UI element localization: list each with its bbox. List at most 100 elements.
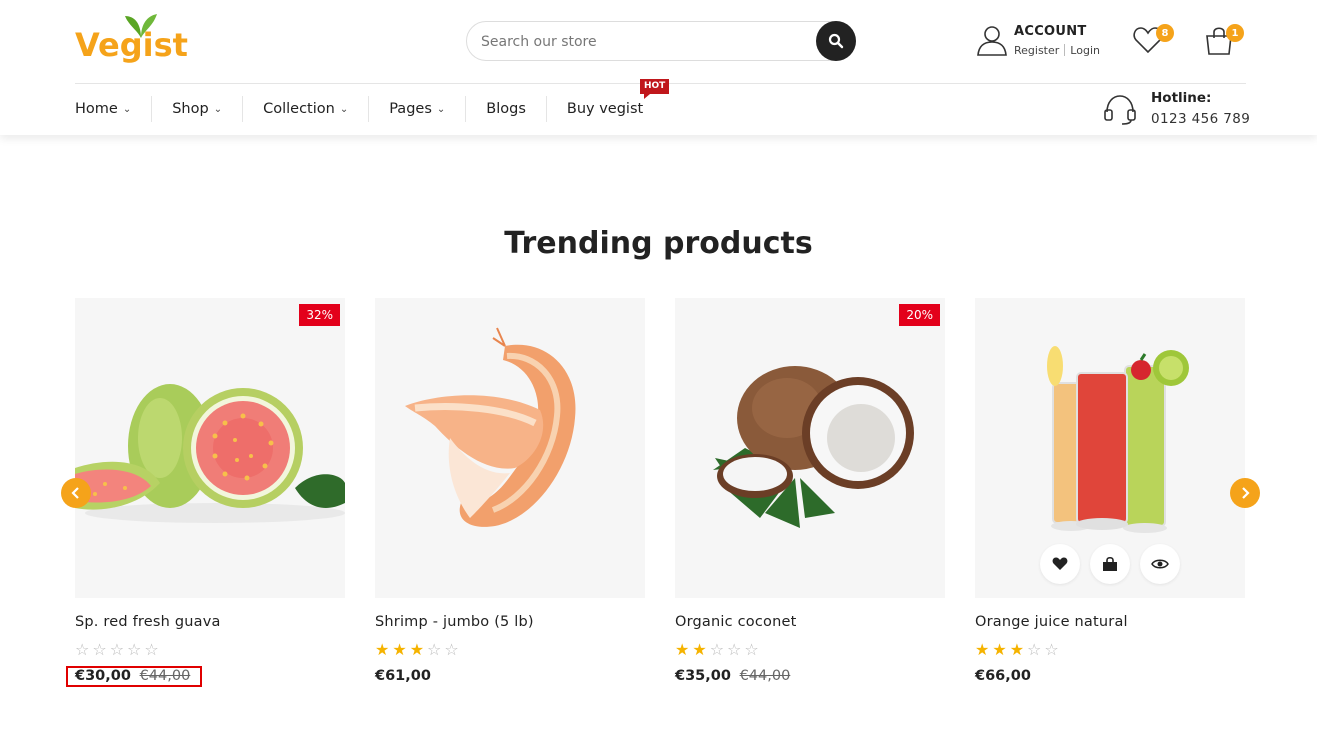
guava-image	[75, 384, 345, 523]
product-card[interactable]: 20% Organic coconet ★ ★ ☆ ☆ ☆ €35,00 €44…	[675, 298, 945, 698]
card-actions	[1040, 544, 1180, 584]
section-title: Trending products	[504, 226, 813, 261]
price-current: €35,00	[675, 668, 731, 684]
nav-label: Blogs	[486, 101, 526, 117]
link-divider	[1064, 44, 1066, 56]
add-to-cart-button[interactable]	[1090, 544, 1130, 584]
star-empty-icon: ☆	[127, 640, 142, 659]
price-current: €61,00	[375, 668, 431, 684]
search-button[interactable]	[816, 21, 856, 61]
nav-label: Collection	[263, 101, 335, 117]
nav-label: Shop	[172, 101, 209, 117]
product-image[interactable]: 32%	[75, 298, 345, 598]
product-name[interactable]: Shrimp - jumbo (5 lb)	[375, 614, 534, 630]
star-filled-icon: ★	[692, 640, 707, 659]
star-empty-icon: ☆	[727, 640, 742, 659]
rating-stars: ★ ★ ★ ☆ ☆	[375, 642, 459, 658]
carousel-prev-button[interactable]	[61, 478, 91, 508]
star-empty-icon: ☆	[427, 640, 442, 659]
hotline-block: Hotline: 0123 456 789	[1103, 90, 1253, 130]
product-name[interactable]: Sp. red fresh guava	[75, 614, 221, 630]
nav-label: Buy vegist	[566, 101, 644, 117]
chevron-left-icon	[71, 487, 79, 499]
account-title: ACCOUNT	[1014, 24, 1087, 39]
main-nav: Home ⌄ Shop ⌄ Collection ⌄ Pages ⌄ Blogs Buy…	[75, 96, 663, 122]
coconut-image	[713, 366, 914, 528]
product-price: €35,00 €44,00	[675, 668, 790, 684]
account-links: Register Login	[1014, 44, 1100, 57]
login-link[interactable]: Login	[1070, 44, 1100, 57]
nav-item-home[interactable]: Home ⌄	[75, 96, 151, 122]
product-price: €66,00	[975, 668, 1031, 684]
star-empty-icon: ☆	[709, 640, 725, 659]
star-empty-icon: ☆	[75, 640, 90, 659]
product-image[interactable]: 20%	[675, 298, 945, 598]
search-input[interactable]	[481, 31, 811, 53]
wishlist-count-badge: 8	[1156, 24, 1174, 42]
product-card[interactable]: Shrimp - jumbo (5 lb) ★ ★ ★ ☆ ☆ €61,00	[375, 298, 645, 698]
star-empty-icon: ☆	[1044, 640, 1059, 659]
nav-label: Pages	[389, 101, 432, 117]
register-link[interactable]: Register	[1014, 44, 1059, 57]
product-card[interactable]: Orange juice natural ★ ★ ★ ☆ ☆ €66,00	[975, 298, 1245, 698]
search-bar	[466, 21, 856, 61]
product-card[interactable]: 32% Sp. red fresh guava ☆ ☆ ☆ ☆ ☆ €30,00…	[75, 298, 345, 698]
bag-icon	[1103, 556, 1117, 571]
chevron-right-icon	[1242, 487, 1250, 499]
cart-count-badge: 1	[1226, 24, 1244, 42]
chevron-down-icon: ⌄	[339, 103, 349, 115]
price-highlight	[66, 666, 202, 687]
site-header: Vegist ACCOUNT Register Login 8 1	[0, 0, 1317, 135]
star-filled-icon: ★	[375, 640, 390, 659]
hotline-number[interactable]: 0123 456 789	[1151, 111, 1250, 127]
star-empty-icon: ☆	[109, 640, 125, 659]
nav-item-buy-vegist[interactable]: Buy vegist	[545, 96, 663, 122]
star-filled-icon: ★	[975, 640, 990, 659]
product-name[interactable]: Organic coconet	[675, 614, 797, 630]
logo-text: Vegist	[75, 26, 188, 64]
discount-badge: 20%	[899, 304, 940, 326]
account-block: ACCOUNT Register Login	[976, 24, 1116, 64]
price-old: €44,00	[739, 668, 791, 684]
wishlist-button[interactable]: 8	[1133, 24, 1174, 54]
discount-badge: 32%	[299, 304, 340, 326]
product-name[interactable]: Orange juice natural	[975, 614, 1128, 630]
shrimp-image	[405, 327, 576, 527]
product-image[interactable]	[975, 298, 1245, 598]
star-empty-icon: ☆	[1027, 640, 1042, 659]
product-price: €61,00	[375, 668, 431, 684]
quick-view-button[interactable]	[1140, 544, 1180, 584]
heart-icon	[1052, 557, 1068, 570]
headset-icon	[1104, 95, 1136, 125]
add-to-wishlist-button[interactable]	[1040, 544, 1080, 584]
rating-stars: ☆ ☆ ☆ ☆ ☆	[75, 642, 159, 658]
eye-icon	[1151, 559, 1169, 569]
star-filled-icon: ★	[392, 640, 407, 659]
carousel-next-button[interactable]	[1230, 478, 1260, 508]
product-image[interactable]	[375, 298, 645, 598]
nav-item-pages[interactable]: Pages ⌄	[368, 96, 465, 122]
rating-stars: ★ ★ ☆ ☆ ☆	[675, 642, 759, 658]
chevron-down-icon: ⌄	[122, 103, 132, 115]
chevron-down-icon: ⌄	[213, 103, 223, 115]
chevron-down-icon: ⌄	[436, 103, 446, 115]
star-filled-icon: ★	[675, 640, 690, 659]
vegist-logo[interactable]: Vegist	[75, 12, 190, 72]
nav-item-shop[interactable]: Shop ⌄	[151, 96, 242, 122]
nav-item-collection[interactable]: Collection ⌄	[242, 96, 368, 122]
hot-badge: HOT	[640, 79, 670, 99]
star-empty-icon: ☆	[144, 640, 159, 659]
nav-label: Home	[75, 101, 118, 117]
star-filled-icon: ★	[409, 640, 425, 659]
user-icon[interactable]	[976, 24, 1008, 56]
star-empty-icon: ☆	[92, 640, 107, 659]
price-current: €66,00	[975, 668, 1031, 684]
star-empty-icon: ☆	[444, 640, 459, 659]
star-empty-icon: ☆	[744, 640, 759, 659]
star-filled-icon: ★	[1009, 640, 1025, 659]
search-icon	[828, 33, 844, 49]
cart-button[interactable]: 1	[1203, 24, 1244, 56]
nav-item-blogs[interactable]: Blogs	[465, 96, 546, 122]
hotline-label: Hotline:	[1151, 90, 1212, 106]
star-filled-icon: ★	[992, 640, 1007, 659]
